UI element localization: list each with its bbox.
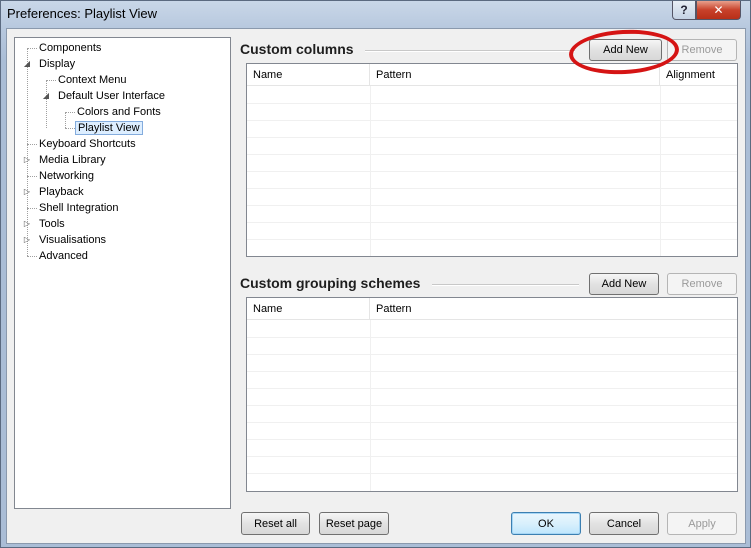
column-header-alignment[interactable]: Alignment xyxy=(660,64,737,86)
grid-line xyxy=(247,120,737,121)
grid-line xyxy=(247,188,737,189)
expand-icon[interactable]: ▷ xyxy=(23,232,31,248)
title-bar[interactable]: Preferences: Playlist View ? ✕ xyxy=(1,1,750,27)
tree-connector-line xyxy=(27,176,37,177)
ok-button[interactable]: OK xyxy=(511,512,581,535)
section-divider xyxy=(365,50,575,52)
tree-item-label: Shell Integration xyxy=(39,202,119,214)
grid-line xyxy=(247,388,737,389)
tree-item-display[interactable]: Display xyxy=(37,56,77,72)
grid-line xyxy=(247,473,737,474)
list-header: Name Pattern Alignment xyxy=(247,64,737,86)
expand-icon[interactable]: ▷ xyxy=(23,152,31,168)
tree-connector-line xyxy=(65,112,66,128)
grid-line xyxy=(247,422,737,423)
grid-line xyxy=(247,439,737,440)
grid-line xyxy=(247,456,737,457)
tree-item-shell-integration[interactable]: Shell Integration xyxy=(37,200,121,216)
tree-connector-line xyxy=(27,208,37,209)
list-header: Name Pattern xyxy=(247,298,737,320)
custom-grouping-schemes-title: Custom grouping schemes xyxy=(240,275,421,291)
tree-connector-line xyxy=(65,128,75,129)
cancel-button[interactable]: Cancel xyxy=(589,512,659,535)
column-header-name[interactable]: Name xyxy=(247,64,370,86)
section-divider xyxy=(432,284,579,286)
grid-line xyxy=(247,405,737,406)
grid-line xyxy=(247,371,737,372)
grid-line xyxy=(247,137,737,138)
tree-item-colors-and-fonts[interactable]: Colors and Fonts xyxy=(75,104,163,120)
tree-connector-line xyxy=(27,144,37,145)
grid-line xyxy=(247,171,737,172)
custom-columns-title: Custom columns xyxy=(240,41,354,57)
remove-grouping-button[interactable]: Remove xyxy=(667,273,737,295)
tree-item-media-library[interactable]: Media Library xyxy=(37,152,108,168)
window-title: Preferences: Playlist View xyxy=(7,6,158,21)
tree-item-components[interactable]: Components xyxy=(37,40,103,56)
preferences-window: Preferences: Playlist View ? ✕ Component… xyxy=(0,0,751,548)
tree-item-label: Advanced xyxy=(39,250,88,262)
grid-line xyxy=(247,239,737,240)
tree-item-label: Keyboard Shortcuts xyxy=(39,138,136,150)
tree-item-playlist-view[interactable]: Playlist View xyxy=(75,120,143,136)
tree-item-label: Display xyxy=(39,58,76,70)
tree-item-advanced[interactable]: Advanced xyxy=(37,248,90,264)
collapse-icon[interactable]: ◢ xyxy=(23,56,31,72)
collapse-icon[interactable]: ◢ xyxy=(42,88,50,104)
help-button[interactable]: ? xyxy=(672,1,696,20)
tree-connector-line xyxy=(27,48,37,49)
tree-item-label: Components xyxy=(39,42,102,54)
grid-line xyxy=(247,337,737,338)
tree-item-label: Colors and Fonts xyxy=(77,106,161,118)
preferences-tree[interactable]: Components ◢ Display Context Menu ◢ Defa… xyxy=(14,37,231,509)
apply-button[interactable]: Apply xyxy=(667,512,737,535)
reset-page-button[interactable]: Reset page xyxy=(319,512,389,535)
tree-item-default-user-interface[interactable]: Default User Interface xyxy=(56,88,167,104)
dialog-client-area: Components ◢ Display Context Menu ◢ Defa… xyxy=(6,28,746,544)
reset-all-button[interactable]: Reset all xyxy=(241,512,310,535)
tree-item-playback[interactable]: Playback xyxy=(37,184,86,200)
tree-item-visualisations[interactable]: Visualisations xyxy=(37,232,108,248)
grid-line xyxy=(247,103,737,104)
tree-connector-line xyxy=(65,112,75,113)
tree-item-label: Media Library xyxy=(39,154,106,166)
tree-item-tools[interactable]: Tools xyxy=(37,216,67,232)
tree-item-label: Context Menu xyxy=(58,74,127,86)
tree-connector-line xyxy=(27,256,37,257)
tree-item-label: Default User Interface xyxy=(58,90,165,102)
tree-item-label: Visualisations xyxy=(39,234,107,246)
tree-item-context-menu[interactable]: Context Menu xyxy=(56,72,128,88)
grid-line xyxy=(247,354,737,355)
column-header-name[interactable]: Name xyxy=(247,298,370,320)
column-header-pattern[interactable]: Pattern xyxy=(370,298,737,320)
custom-grouping-list[interactable]: Name Pattern xyxy=(246,297,738,492)
tree-item-keyboard-shortcuts[interactable]: Keyboard Shortcuts xyxy=(37,136,138,152)
expand-icon[interactable]: ▷ xyxy=(23,216,31,232)
grid-line xyxy=(247,205,737,206)
close-button[interactable]: ✕ xyxy=(696,1,741,20)
grid-line xyxy=(247,154,737,155)
expand-icon[interactable]: ▷ xyxy=(23,184,31,200)
tree-item-label: Tools xyxy=(39,218,65,230)
grid-line xyxy=(247,222,737,223)
tree-item-label: Playlist View xyxy=(75,121,143,135)
tree-item-networking[interactable]: Networking xyxy=(37,168,96,184)
tree-item-label: Networking xyxy=(39,170,95,182)
add-grouping-button[interactable]: Add New xyxy=(589,273,659,295)
custom-columns-list[interactable]: Name Pattern Alignment xyxy=(246,63,738,257)
tree-item-label: Playback xyxy=(39,186,84,198)
tree-connector-line xyxy=(46,80,56,81)
